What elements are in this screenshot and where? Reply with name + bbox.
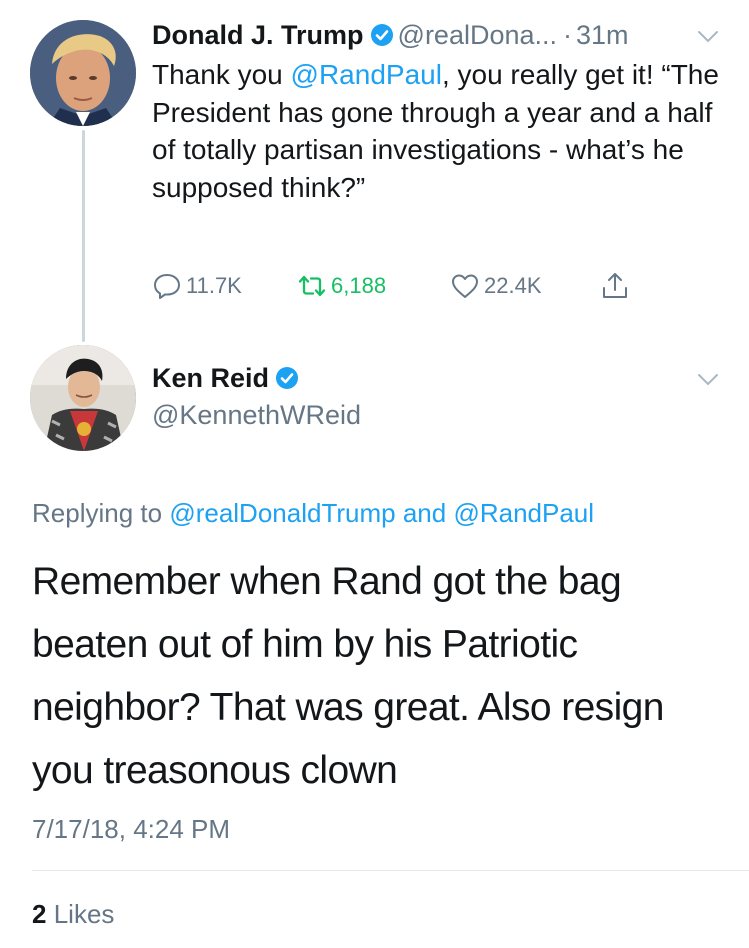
avatar-donald-trump[interactable] [30,20,136,126]
share-button[interactable] [600,268,630,304]
retweet-icon [298,275,326,297]
reply-icon [154,274,180,299]
avatar-image [30,20,136,126]
verified-icon [370,24,393,46]
share-icon [603,273,627,298]
like-count: 22.4K [484,273,542,298]
replying-conjunction: and [395,498,454,528]
likes-count: 2 [32,899,47,929]
verified-icon [276,367,299,389]
likes-label: Likes [53,899,115,929]
thread-connector-line [82,130,85,342]
separator-dot: · [563,20,573,50]
author-handle[interactable]: @realDona... [398,20,557,50]
reply-timestamp[interactable]: 7/17/18, 4:24 PM [32,812,230,846]
original-tweet-text: Thank you @RandPaul, you really get it! … [152,56,732,206]
retweet-button[interactable]: 6,188 [297,268,386,304]
author-name[interactable]: Donald J. Trump [152,20,364,50]
replying-to-line: Replying to @realDonaldTrump and @RandPa… [32,496,594,530]
tweet-time[interactable]: 31m [576,20,629,50]
reply-button[interactable]: 11.7K [152,268,242,304]
like-icon [452,274,478,298]
reply-author-name-row: Ken Reid [152,361,303,395]
reply-author-name[interactable]: Ken Reid [152,363,269,393]
like-button[interactable]: 22.4K [450,268,542,304]
reply-tweet-text: Remember when Rand got the bag beaten ou… [32,560,664,792]
replying-mention-randpaul[interactable]: @RandPaul [453,498,594,528]
tweet-text-prefix: Thank you [152,59,291,90]
replying-mention-trump[interactable]: @realDonaldTrump [169,498,395,528]
chevron-down-icon[interactable] [697,30,719,44]
chevron-down-icon[interactable] [697,373,719,387]
reply-count: 11.7K [186,273,242,298]
original-tweet-header: Donald J. Trump @realDona... · 31m [152,18,629,52]
replying-to-prefix: Replying to [32,498,170,528]
avatar-image [30,345,136,451]
mention-link[interactable]: @RandPaul [291,59,442,90]
avatar-ken-reid[interactable] [30,345,136,451]
divider [32,870,749,871]
retweet-count: 6,188 [331,273,387,298]
likes-summary[interactable]: 2 Likes [32,897,114,931]
reply-author-handle[interactable]: @KennethWReid [152,398,361,432]
